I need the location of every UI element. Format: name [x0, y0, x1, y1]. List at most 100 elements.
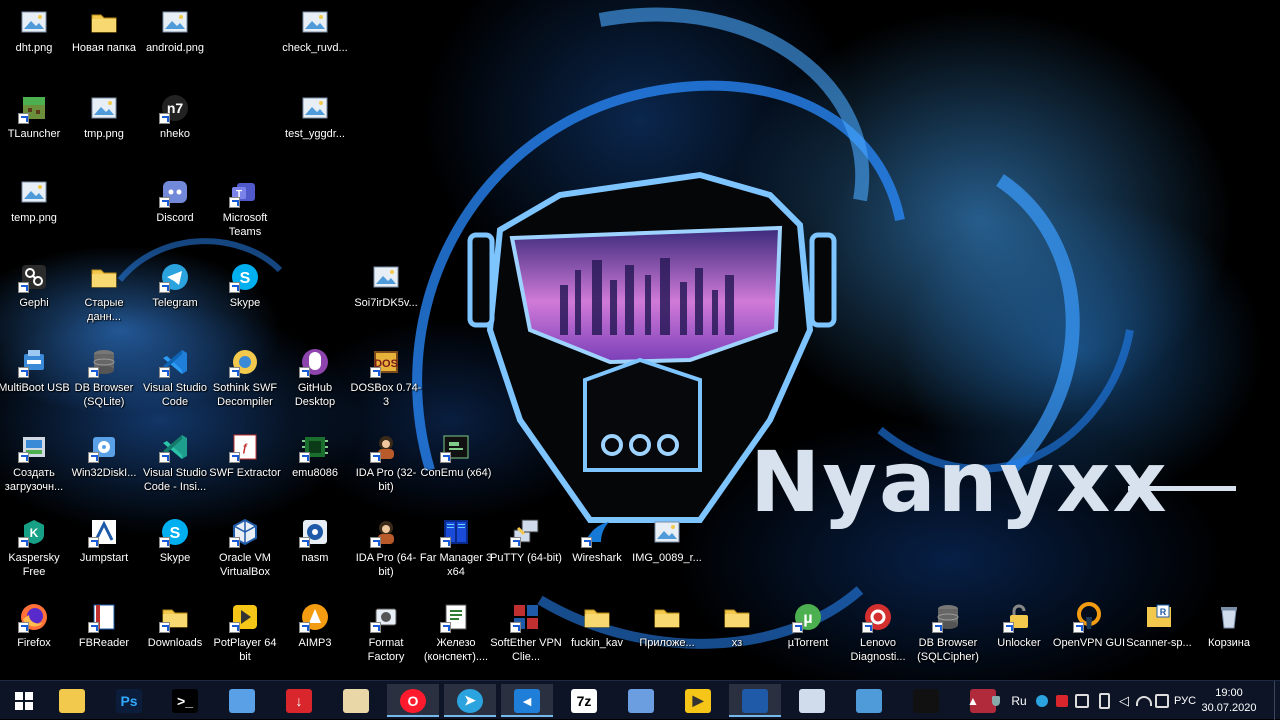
desktop-icon[interactable]: DB Browser (SQLite)	[67, 346, 141, 409]
desktop-icon[interactable]: R Scanner-sp...	[1122, 601, 1196, 650]
tray-notifications-icon[interactable]	[1154, 681, 1170, 720]
desktop-icon[interactable]: Format Factory	[349, 601, 423, 664]
desktop-icon[interactable]: test_yggdr...	[278, 92, 352, 141]
desktop-icon[interactable]: Gephi	[0, 261, 71, 310]
desktop-icon[interactable]: AIMP3	[278, 601, 352, 650]
desktop-icon[interactable]: Unlocker	[982, 601, 1056, 650]
taskbar-button-file-explorer[interactable]	[46, 684, 98, 717]
desktop-icon-label: Discord	[156, 212, 194, 224]
desktop-icon-label: SWF Extractor	[209, 467, 281, 479]
desktop-icon[interactable]: OpenVPN GUI	[1052, 601, 1126, 650]
desktop-icon[interactable]: SoftEther VPN Clie...	[489, 601, 563, 664]
desktop-icon[interactable]: Win32DiskI...	[67, 431, 141, 480]
desktop-icon[interactable]: ƒ SWF Extractor	[208, 431, 282, 480]
start-button[interactable]	[0, 684, 48, 717]
desktop-icon[interactable]: Новая папка	[67, 6, 141, 55]
taskbar-button-photos[interactable]	[843, 684, 895, 717]
desktop-icon[interactable]: Приложе...	[630, 601, 704, 650]
taskbar-button-7zip[interactable]: 7z	[558, 684, 610, 717]
desktop-icon[interactable]: MultiBoot USB	[0, 346, 71, 395]
desktop-icon-label: хз	[731, 637, 743, 649]
taskbar-button-vscode[interactable]: ◄	[501, 684, 553, 717]
tray-overflow-chevron[interactable]: ▲	[966, 681, 980, 720]
desktop-icon[interactable]: Soi7irDK5v...	[349, 261, 423, 310]
taskbar-button-photoshop[interactable]: Ps	[103, 684, 155, 717]
desktop-icon[interactable]: nasm	[278, 516, 352, 565]
tray-clock[interactable]: 19:00 30.07.2020	[1196, 686, 1262, 716]
desktop-icon[interactable]: Discord	[138, 176, 212, 225]
desktop-icon[interactable]: DB Browser (SQLCipher)	[911, 601, 985, 664]
desktop-icon[interactable]: tmp.png	[67, 92, 141, 141]
desktop-icon[interactable]: dht.png	[0, 6, 71, 55]
desktop-icon-label: fuckin_kav	[571, 637, 623, 649]
taskbar-button-resource-monitor[interactable]	[786, 684, 838, 717]
desktop-icon[interactable]: T Microsoft Teams	[208, 176, 282, 239]
desktop-icon[interactable]: n7 nheko	[138, 92, 212, 141]
taskbar-button-telegram[interactable]: ➤	[444, 684, 496, 717]
desktop-icon[interactable]: Создать загрузочн...	[0, 431, 71, 494]
tray-wifi-icon[interactable]	[1136, 681, 1152, 720]
desktop-icon[interactable]: Far Manager 3 x64	[419, 516, 493, 579]
desktop-icon-label: Skype	[159, 552, 191, 564]
desktop-icon[interactable]: Железо (конспект)....	[419, 601, 493, 664]
desktop-icon[interactable]: µ µTorrent	[771, 601, 845, 650]
desktop-icon[interactable]: Oracle VM VirtualBox	[208, 516, 282, 579]
desktop-icon[interactable]: android.png	[138, 6, 212, 55]
taskbar-button-remote-desktop[interactable]	[216, 684, 268, 717]
desktop-icon[interactable]: Downloads	[138, 601, 212, 650]
desktop-icon-label: Железо (конспект)....	[423, 637, 489, 663]
folder-icon	[651, 601, 683, 633]
tray-language-short[interactable]: Ru	[1008, 681, 1030, 720]
desktop-icon[interactable]: S Skype	[138, 516, 212, 565]
show-desktop-button[interactable]	[1274, 681, 1280, 720]
tray-volume-icon[interactable]: ◁	[1116, 681, 1132, 720]
desktop-icon[interactable]: IDA Pro (64-bit)	[349, 516, 423, 579]
desktop-icon[interactable]: Wireshark	[560, 516, 634, 565]
taskbar-button-opera[interactable]: O	[387, 684, 439, 717]
desktop-icon-label: Gephi	[19, 297, 49, 309]
desktop-icon[interactable]: Visual Studio Code - Insi...	[138, 431, 212, 494]
tray-language[interactable]: РУС	[1172, 681, 1198, 720]
desktop-icon[interactable]: IDA Pro (32-bit)	[349, 431, 423, 494]
tray-telegram-icon[interactable]	[1034, 681, 1050, 720]
desktop-icon[interactable]: Sothink SWF Decompiler	[208, 346, 282, 409]
desktop-icon[interactable]: Lenovo Diagnosti...	[841, 601, 915, 664]
desktop-icon[interactable]: Корзина	[1192, 601, 1266, 650]
desktop-icon[interactable]: Visual Studio Code	[138, 346, 212, 409]
tray-downloader-icon[interactable]	[1054, 681, 1070, 720]
tray-network-icon[interactable]	[1074, 681, 1090, 720]
desktop-icon[interactable]: PuTTY (64-bit)	[489, 516, 563, 565]
desktop-icon[interactable]: K Kaspersky Free	[0, 516, 71, 579]
desktop-icon[interactable]: DOS DOSBox 0.74-3	[349, 346, 423, 409]
taskbar-button-downloader[interactable]: ↓	[273, 684, 325, 717]
photoshop-icon: Ps	[116, 688, 142, 713]
desktop-icon[interactable]: TLauncher	[0, 92, 71, 141]
desktop-icon[interactable]: Старые данн...	[67, 261, 141, 324]
capture-icon	[913, 688, 939, 713]
taskbar-button-terminal[interactable]: >_	[159, 684, 211, 717]
svg-text:ƒ: ƒ	[242, 442, 248, 454]
taskbar-button-virtualbox[interactable]	[729, 684, 781, 717]
desktop-icon[interactable]: FBReader	[67, 601, 141, 650]
taskbar-button-paint[interactable]	[330, 684, 382, 717]
desktop-icon[interactable]: emu8086	[278, 431, 352, 480]
desktop-icon[interactable]: S Skype	[208, 261, 282, 310]
taskbar-button-potplayer[interactable]: ▶	[672, 684, 724, 717]
image-icon	[88, 92, 120, 124]
desktop-icon-label: OpenVPN GUI	[1052, 637, 1126, 649]
desktop-icon[interactable]: temp.png	[0, 176, 71, 225]
desktop-icon[interactable]: Firefox	[0, 601, 71, 650]
desktop-icon[interactable]: PotPlayer 64 bit	[208, 601, 282, 664]
tray-shield-icon[interactable]	[988, 681, 1004, 720]
desktop-icon[interactable]: Telegram	[138, 261, 212, 310]
desktop-icon[interactable]: check_ruvd...	[278, 6, 352, 55]
desktop-icon[interactable]: IMG_0089_r...	[630, 516, 704, 565]
desktop-icon[interactable]: Jumpstart	[67, 516, 141, 565]
desktop-icon[interactable]: fuckin_kav	[560, 601, 634, 650]
desktop-icon[interactable]: GitHub Desktop	[278, 346, 352, 409]
taskbar-button-screenshot-tool[interactable]	[900, 684, 952, 717]
desktop-icon[interactable]: ConEmu (x64)	[419, 431, 493, 480]
tray-battery-icon[interactable]	[1096, 681, 1112, 720]
desktop-icon[interactable]: хз	[700, 601, 774, 650]
taskbar-button-putty[interactable]	[615, 684, 667, 717]
